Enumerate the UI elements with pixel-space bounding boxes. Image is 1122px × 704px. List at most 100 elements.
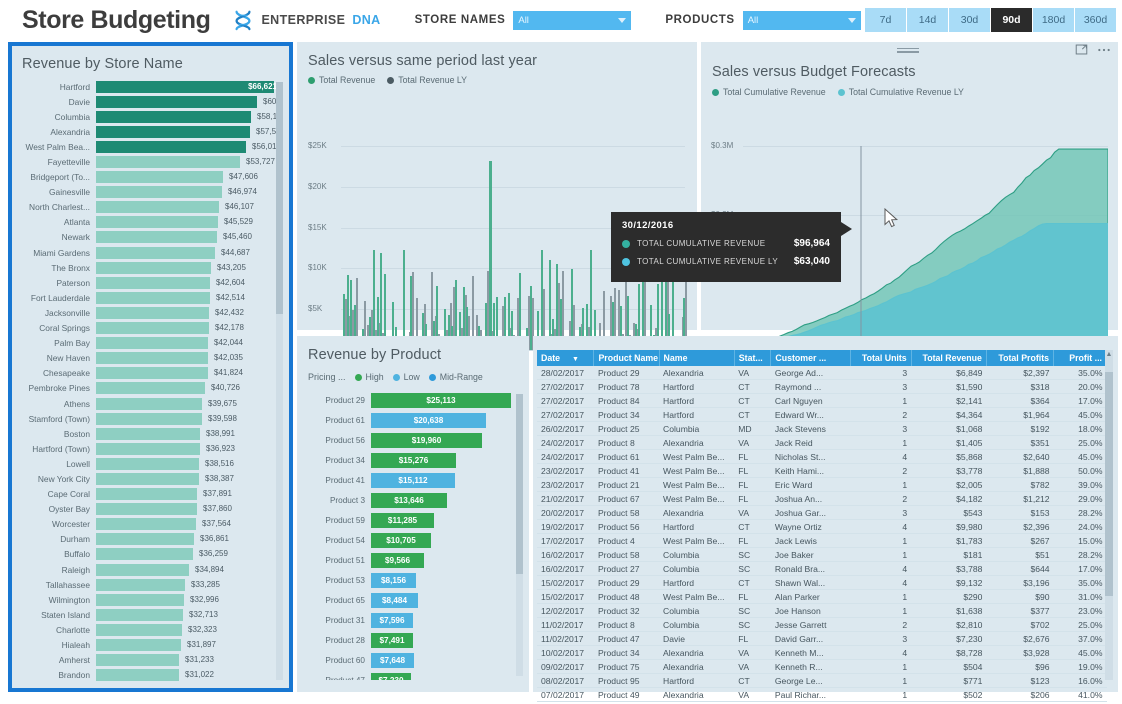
product-bar-fill[interactable]: $7,596 xyxy=(371,612,413,628)
product-bar-row[interactable]: Product 65 $8,484 xyxy=(303,590,517,610)
product-bar-row[interactable]: Product 56 $19,960 xyxy=(303,430,517,450)
product-bar-fill[interactable]: $15,276 xyxy=(371,452,456,468)
product-bar-fill[interactable]: $10,705 xyxy=(371,532,431,548)
store-bar-row[interactable]: Boston $38,991 xyxy=(18,426,283,441)
store-bar-fill[interactable] xyxy=(96,503,197,516)
store-bar-row[interactable]: Tallahassee $33,285 xyxy=(18,577,283,592)
pricing-legend-item[interactable]: High xyxy=(354,372,384,382)
store-bar-row[interactable]: Chesapeake $41,824 xyxy=(18,366,283,381)
store-bar-fill[interactable] xyxy=(96,352,208,365)
table-row[interactable]: 09/02/2017 Product 75 Alexandria VA Kenneth … xyxy=(537,659,1107,674)
table-scrollbar-thumb[interactable] xyxy=(1105,372,1113,596)
product-bar-row[interactable]: Product 51 $9,566 xyxy=(303,550,517,570)
product-bar-fill[interactable]: $7,230 xyxy=(371,672,411,680)
store-bar-fill[interactable] xyxy=(96,397,202,410)
table-row[interactable]: 08/02/2017 Product 95 Hartford CT George Le.… xyxy=(537,673,1107,688)
store-bar-fill[interactable] xyxy=(96,322,209,335)
revenue-by-product-panel[interactable]: Revenue by Product Pricing ... High Low Mi… xyxy=(297,336,529,692)
table-row[interactable]: 07/02/2017 Product 49 Alexandria VA Paul Ric… xyxy=(537,687,1107,702)
store-bar-fill[interactable] xyxy=(96,427,200,440)
store-bar-fill[interactable] xyxy=(96,291,210,304)
product-bar-fill[interactable]: $25,113 xyxy=(371,392,511,408)
table-row[interactable]: 19/02/2017 Product 56 Hartford CT Wayne Orti… xyxy=(537,519,1107,534)
product-bar-fill[interactable]: $7,648 xyxy=(371,652,414,668)
store-bar-fill[interactable] xyxy=(96,623,182,636)
sales-versus-last-year-panel[interactable]: Sales versus same period last year Total… xyxy=(297,42,697,365)
store-names-slicer[interactable]: STORE NAMES All xyxy=(415,10,632,30)
product-scrollbar-thumb[interactable] xyxy=(516,394,523,574)
table-header-cell[interactable]: Stat... xyxy=(734,350,772,366)
store-bar-row[interactable]: Amherst $31,233 xyxy=(18,653,283,668)
store-scrollbar-thumb[interactable] xyxy=(276,82,283,314)
revenue-by-store-name-panel[interactable]: Revenue by Store Name Hartford $66,621 Dav… xyxy=(8,42,293,692)
sort-descending-icon[interactable]: ▼ xyxy=(570,356,579,363)
revenue-column[interactable] xyxy=(403,250,405,350)
store-bar-fill[interactable] xyxy=(96,669,179,682)
store-bar-row[interactable]: Charlotte $32,323 xyxy=(18,622,283,637)
product-bar-fill[interactable]: $8,156 xyxy=(371,572,416,588)
table-header-cell[interactable]: Total Units xyxy=(850,350,912,366)
store-bar-row[interactable]: Lowell $38,516 xyxy=(18,456,283,471)
store-bar-fill[interactable] xyxy=(96,201,219,214)
store-bar-fill[interactable] xyxy=(96,95,257,108)
store-bar-row[interactable]: Fayetteville $53,727 xyxy=(18,154,283,169)
table-row[interactable]: 16/02/2017 Product 27 Columbia SC Ronald Bra… xyxy=(537,561,1107,576)
legend-item[interactable]: Total Cumulative Revenue xyxy=(712,87,826,97)
store-bar-fill[interactable] xyxy=(96,457,199,470)
table-row[interactable]: 11/02/2017 Product 47 Davie FL David Garr...… xyxy=(537,631,1107,646)
table-header-cell[interactable]: Product Name xyxy=(593,350,660,366)
legend-item[interactable]: Total Revenue xyxy=(308,75,375,85)
product-bar-row[interactable]: Product 53 $8,156 xyxy=(303,570,517,590)
table-row[interactable]: 16/02/2017 Product 58 Columbia SC Joe Baker 1… xyxy=(537,547,1107,562)
table-scrollbar[interactable]: ▲ xyxy=(1105,350,1113,680)
store-bar-row[interactable]: Raleigh $34,894 xyxy=(18,562,283,577)
store-bar-fill[interactable] xyxy=(96,472,199,485)
store-bar-fill[interactable] xyxy=(96,246,215,259)
product-bar-row[interactable]: Product 29 $25,113 xyxy=(303,390,517,410)
table-row[interactable]: 24/02/2017 Product 61 West Palm Be... FL Nic… xyxy=(537,449,1107,464)
table-header-cell[interactable]: Name xyxy=(659,350,735,366)
panel-action-icons[interactable] xyxy=(1075,43,1111,56)
time-filter-30d[interactable]: 30d xyxy=(949,8,990,32)
store-bar-row[interactable]: Jacksonville $42,432 xyxy=(18,305,283,320)
store-bar-fill[interactable] xyxy=(96,518,196,531)
table-row[interactable]: 28/02/2017 Product 29 Alexandria VA George A… xyxy=(537,366,1107,380)
store-bar-fill[interactable] xyxy=(96,140,246,153)
time-filter-7d[interactable]: 7d xyxy=(865,8,906,32)
store-bar-fill[interactable] xyxy=(96,578,185,591)
product-bar-row[interactable]: Product 3 $13,646 xyxy=(303,490,517,510)
product-bar-fill[interactable]: $11,285 xyxy=(371,512,434,528)
store-bar-row[interactable]: Worcester $37,564 xyxy=(18,517,283,532)
product-bar-row[interactable]: Product 28 $7,491 xyxy=(303,630,517,650)
table-row[interactable]: 17/02/2017 Product 4 West Palm Be... FL Jack… xyxy=(537,533,1107,548)
store-bar-fill[interactable] xyxy=(96,186,222,199)
table-row[interactable]: 10/02/2017 Product 34 Alexandria VA Kenneth … xyxy=(537,645,1107,660)
product-bar-row[interactable]: Product 47 $7,230 xyxy=(303,670,517,680)
store-bar-row[interactable]: Oyster Bay $37,860 xyxy=(18,502,283,517)
store-bar-fill[interactable] xyxy=(96,593,184,606)
store-bar-fill[interactable] xyxy=(96,654,179,667)
table-row[interactable]: 11/02/2017 Product 8 Columbia SC Jesse Garre… xyxy=(537,617,1107,632)
store-bar-row[interactable]: Hartford (Town) $36,923 xyxy=(18,441,283,456)
product-bar-fill[interactable]: $15,112 xyxy=(371,472,455,488)
store-bar-fill[interactable] xyxy=(96,639,181,652)
store-bar-fill[interactable] xyxy=(96,110,251,123)
store-bar-fill[interactable] xyxy=(96,216,218,229)
store-bar-fill[interactable] xyxy=(96,367,208,380)
store-bar-fill[interactable] xyxy=(96,412,202,425)
store-bar-row[interactable]: Columbia $58,115 xyxy=(18,109,283,124)
product-bar-row[interactable]: Product 34 $15,276 xyxy=(303,450,517,470)
legend-item[interactable]: Total Revenue LY xyxy=(387,75,467,85)
table-row[interactable]: 27/02/2017 Product 34 Hartford CT Edward Wr.… xyxy=(537,407,1107,422)
table-row[interactable]: 24/02/2017 Product 8 Alexandria VA Jack Reid… xyxy=(537,435,1107,450)
time-range-filter-group[interactable]: 7d 14d 30d 90d 180d 360d xyxy=(865,8,1116,32)
store-bar-fill[interactable] xyxy=(96,548,193,561)
store-bar-fill[interactable] xyxy=(96,306,209,319)
time-filter-180d[interactable]: 180d xyxy=(1033,8,1074,32)
table-header-cell[interactable]: Total Profits xyxy=(986,350,1055,366)
table-row[interactable]: 21/02/2017 Product 67 West Palm Be... FL Jos… xyxy=(537,491,1107,506)
product-bar-fill[interactable]: $8,484 xyxy=(371,592,418,608)
store-bar-row[interactable]: Davie $60,216 xyxy=(18,94,283,109)
store-bar-row[interactable]: Palm Bay $42,044 xyxy=(18,336,283,351)
store-bar-row[interactable]: Wilmington $32,996 xyxy=(18,592,283,607)
